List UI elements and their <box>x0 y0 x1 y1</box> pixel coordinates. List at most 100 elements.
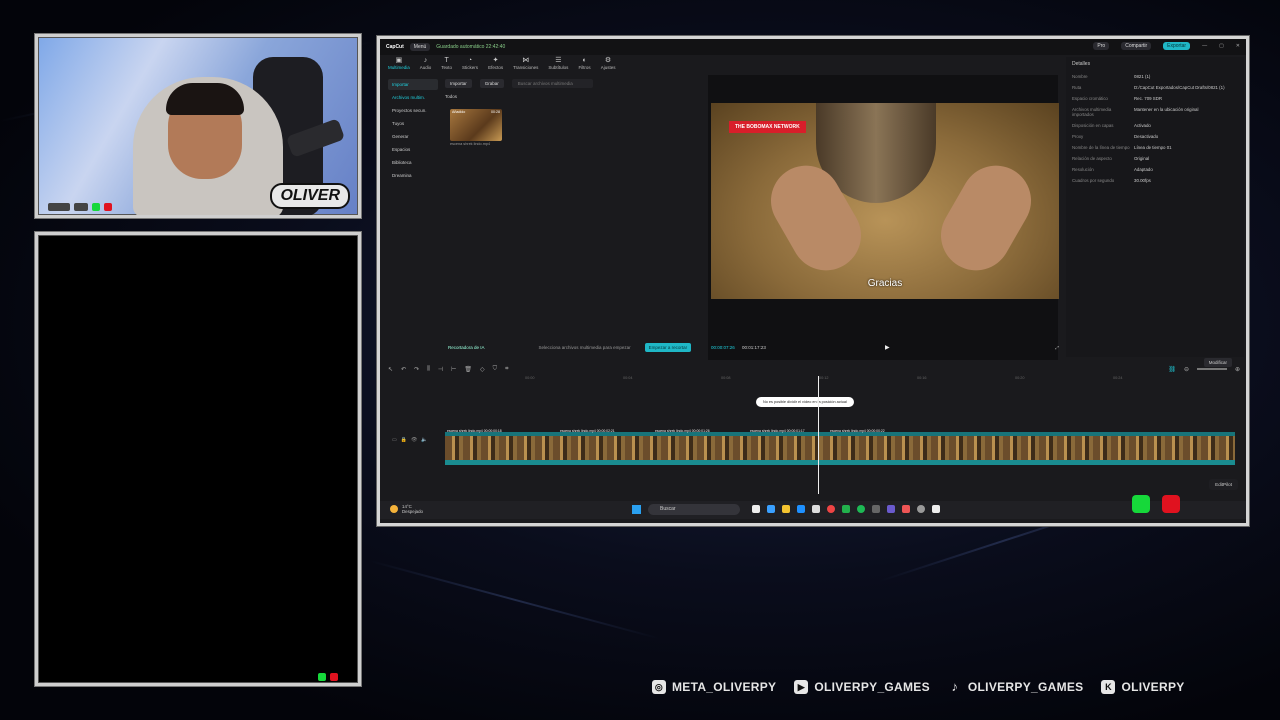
split-error-tooltip: No es posible dividir el vídeo en la pos… <box>756 397 854 407</box>
ai-trimmer-label[interactable]: Recortadora de IA <box>448 345 485 350</box>
cover-icon[interactable]: ▭ <box>392 437 397 443</box>
redo-icon[interactable]: ↷ <box>414 366 419 373</box>
sticker-icon: ◔ <box>467 57 473 64</box>
tool-filters[interactable]: ◐ Filtros <box>578 57 590 70</box>
filter-all[interactable]: Todos <box>445 94 700 99</box>
menu-button[interactable]: Menú <box>409 43 431 51</box>
details-key: Archivos multimedia importados <box>1072 107 1112 117</box>
social-item: ♪ OLIVERPY_GAMES <box>948 680 1084 695</box>
filters-icon: ◐ <box>582 57 587 64</box>
obs-icon[interactable] <box>917 505 925 513</box>
red-light <box>330 673 338 681</box>
chrome-icon[interactable] <box>827 505 835 513</box>
tool-label: Audio <box>419 65 432 70</box>
marker-icon[interactable]: ◇ <box>480 366 485 373</box>
tool-audio[interactable]: ♪ Audio <box>420 57 432 70</box>
capcut-titlebar: CapCut Menú Guardado automático 22:42:40… <box>380 39 1246 55</box>
zoom-slider[interactable] <box>1196 368 1227 370</box>
effects-icon: ✦ <box>492 57 499 64</box>
split-right-icon[interactable]: ⊢ <box>451 366 456 373</box>
spotify-icon[interactable] <box>857 505 865 513</box>
details-key: Cuadros por segundo <box>1072 178 1115 183</box>
webcam-frame: OLIVER <box>35 34 361 218</box>
delete-icon[interactable]: 🗑 <box>464 366 472 373</box>
taskbar-search[interactable]: Buscar <box>648 504 740 515</box>
titlebar-actions: Pro Compartir Exportar — ▢ ✕ <box>1087 42 1240 50</box>
sidebar-item-spaces[interactable]: Espacios <box>388 144 438 155</box>
sidebar-item-media-files[interactable]: Archivos multim. <box>388 92 438 103</box>
minimize-icon[interactable]: — <box>1202 43 1207 49</box>
video-track[interactable]: escena shrek lindo.mp4 00:00:00:18 escen… <box>445 429 1235 465</box>
app-icon[interactable] <box>872 505 880 513</box>
link-icon[interactable]: ⛓ <box>1168 366 1176 373</box>
app-icon[interactable] <box>902 505 910 513</box>
share-button[interactable]: Compartir <box>1121 42 1152 50</box>
details-value: 30.00fps <box>1134 178 1151 183</box>
crop-icon[interactable]: ⌗ <box>505 366 508 373</box>
sidebar-item-dreamina[interactable]: Dreamina <box>388 170 438 181</box>
tool-subtitles[interactable]: ☰ Subtítulos <box>548 57 568 70</box>
task-view-icon[interactable] <box>752 505 760 513</box>
folder-icon[interactable] <box>782 505 790 513</box>
lock-icon[interactable]: 🔒 <box>401 437 407 443</box>
tool-transitions[interactable]: ⋈ Transiciones <box>513 57 538 70</box>
ai-trimmer-hint: Selecciona archivos multimedia para empe… <box>538 345 631 350</box>
green-light <box>318 673 326 681</box>
mute-icon[interactable]: 🔈 <box>421 437 427 443</box>
app-icon[interactable] <box>887 505 895 513</box>
pro-button[interactable]: Pro <box>1093 42 1110 50</box>
track-header: ▭ 🔒 👁 🔈 <box>392 437 428 443</box>
sidebar-item-secondary-projects[interactable]: Proyectos secun. <box>388 105 438 116</box>
export-button[interactable]: Exportar <box>1163 42 1191 50</box>
windows-start-icon[interactable] <box>632 505 641 514</box>
capcut-icon[interactable] <box>932 505 940 513</box>
split-left-icon[interactable]: ⊣ <box>438 366 443 373</box>
video-right-hand <box>928 152 1044 284</box>
undo-icon[interactable]: ↶ <box>401 366 406 373</box>
split-icon[interactable]: ⫼ <box>427 366 430 373</box>
tool-label: Stickers <box>462 65 479 70</box>
edge-icon[interactable] <box>767 505 775 513</box>
media-search-input[interactable]: Buscar archivos multimedia <box>511 79 593 88</box>
sidebar-item-import[interactable]: Importar <box>388 79 438 90</box>
total-time: 00:01:17:23 <box>742 345 766 350</box>
tool-label: Texto <box>441 65 453 70</box>
sidebar-item-generate[interactable]: Generar <box>388 131 438 142</box>
tool-effects[interactable]: ✦ Efectos <box>488 57 503 70</box>
play-icon[interactable]: ▶ <box>885 344 890 351</box>
tool-text[interactable]: T Texto <box>441 57 452 70</box>
zoom-in-icon[interactable]: ⊕ <box>1235 366 1240 373</box>
shield-icon[interactable]: ⛉ <box>493 366 498 373</box>
playhead[interactable] <box>818 376 819 494</box>
zoom-out-icon[interactable]: ⊖ <box>1184 366 1189 373</box>
record-button[interactable]: Grabar <box>479 79 504 88</box>
thumb-tag: Añadido <box>452 110 466 114</box>
close-icon[interactable]: ✕ <box>1236 43 1240 49</box>
editpilot-button[interactable]: EditPilot <box>1209 479 1238 490</box>
start-trim-button[interactable]: Empezar a recortar <box>644 343 692 352</box>
details-value: Mantener en la ubicación original <box>1134 107 1199 112</box>
sidebar-item-yours[interactable]: Tuyos <box>388 118 438 129</box>
fullscreen-icon[interactable]: ⤢ <box>1055 345 1059 350</box>
import-button[interactable]: Importar <box>445 79 472 88</box>
details-value: Adaptado <box>1134 167 1153 172</box>
tool-adjust[interactable]: ⚙ Ajustes <box>601 57 616 70</box>
store-icon[interactable] <box>812 505 820 513</box>
tool-multimedia[interactable]: ▣ Multimedia <box>388 57 410 70</box>
details-row: Nombre 0821 (1) <box>1066 71 1244 82</box>
weather-widget[interactable]: 14°C Despejado <box>390 504 423 514</box>
app-icon[interactable] <box>797 505 805 513</box>
ruler-tick: 00:24 <box>1113 376 1123 380</box>
select-tool-icon[interactable]: ↖ <box>388 366 393 373</box>
visibility-icon[interactable]: 👁 <box>411 437 417 443</box>
app-icon[interactable] <box>842 505 850 513</box>
green-light <box>92 203 100 211</box>
media-thumbnail[interactable]: Añadido 00:28 <box>450 109 502 141</box>
video-preview[interactable]: THE BOBOMAX NETWORK Gracias <box>711 103 1059 299</box>
cam-logo: OLIVER <box>270 183 350 209</box>
tool-stickers[interactable]: ◔ Stickers <box>462 57 478 70</box>
sidebar-item-library[interactable]: Biblioteca <box>388 157 438 168</box>
maximize-icon[interactable]: ▢ <box>1219 43 1224 49</box>
youtube-icon: ▶ <box>794 680 809 694</box>
details-key: Nombre <box>1072 74 1088 79</box>
